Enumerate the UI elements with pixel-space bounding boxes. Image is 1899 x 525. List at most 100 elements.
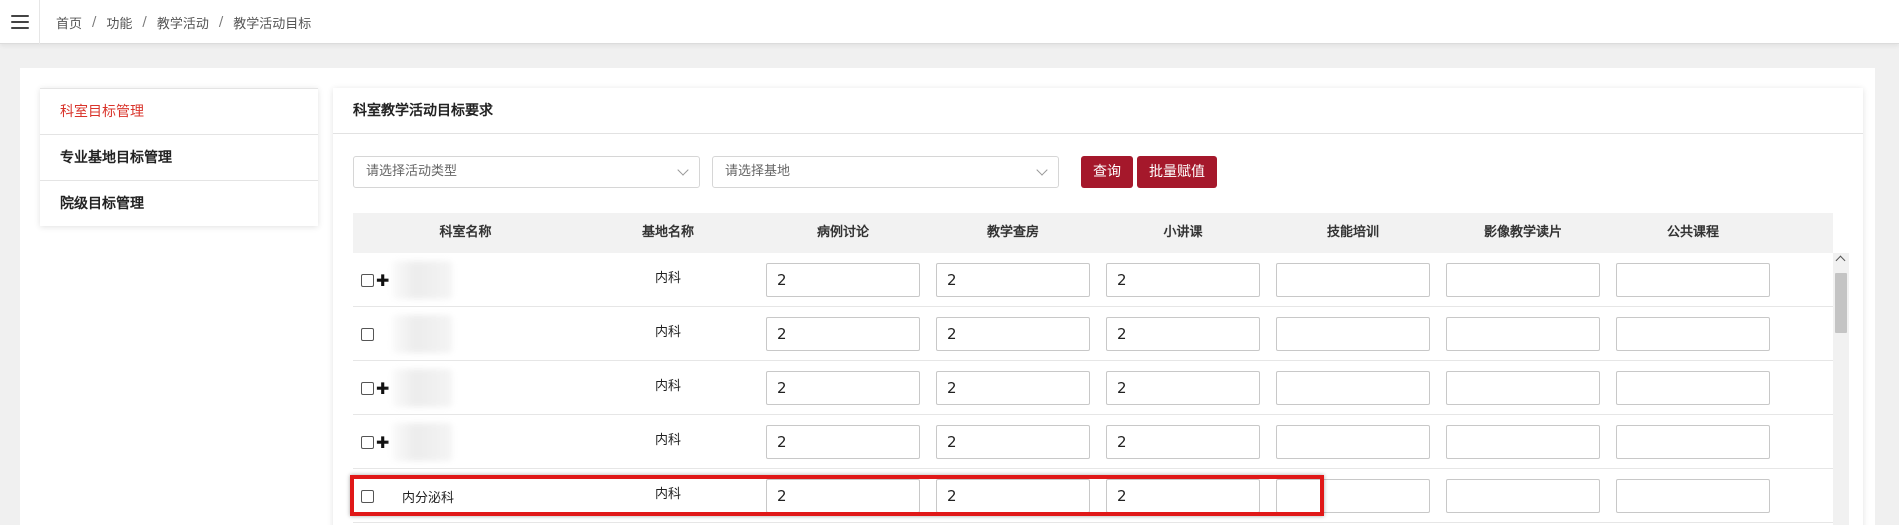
target-input[interactable]: 2 [936, 371, 1090, 405]
target-input[interactable] [1446, 371, 1600, 405]
target-input[interactable] [1616, 317, 1770, 351]
target-cell: 2 [928, 469, 1098, 523]
target-cell: 2 [1098, 361, 1268, 415]
target-input[interactable]: 2 [936, 425, 1090, 459]
row-checkbox[interactable] [361, 489, 374, 503]
expand-plus-icon[interactable]: ✚ [376, 272, 389, 288]
sidebar-item-base-goals[interactable]: 专业基地目标管理 [40, 134, 318, 180]
target-cell: 2 [1098, 253, 1268, 307]
activity-type-select[interactable]: 请选择活动类型 [353, 156, 700, 188]
target-cell [1608, 469, 1778, 523]
breadcrumb-home[interactable]: 首页 [56, 13, 82, 32]
base-name: 内科 [654, 487, 681, 502]
target-cell [1438, 307, 1608, 361]
dept-cell: 内分泌科 [353, 469, 578, 523]
target-cell: 2 [928, 253, 1098, 307]
target-input[interactable] [1276, 317, 1430, 351]
scroll-up-arrow-icon[interactable] [1835, 255, 1846, 266]
table-body: ✚ 内科 2 2 2 内科 2 2 2 ✚ 内科 2 2 2 ✚ 内科 2 2 2 内分泌科 内科 2 2 2 [353, 253, 1833, 523]
redacted-dept-name [392, 261, 452, 299]
sidebar-item-hospital-goals[interactable]: 院级目标管理 [40, 180, 318, 226]
target-input[interactable]: 2 [766, 425, 920, 459]
redacted-dept-name [392, 423, 452, 461]
target-input[interactable]: 2 [766, 479, 920, 513]
target-input[interactable] [1446, 479, 1600, 513]
target-cell [1268, 469, 1438, 523]
breadcrumb-teaching-activity[interactable]: 教学活动 [157, 13, 209, 32]
target-cell: 2 [928, 307, 1098, 361]
table-row: ✚ 内科 2 2 2 [353, 361, 1833, 415]
row-checkbox[interactable] [361, 327, 374, 341]
target-input[interactable] [1276, 371, 1430, 405]
base-placeholder: 请选择基地 [725, 164, 791, 179]
scrollbar-thumb[interactable] [1835, 273, 1847, 333]
target-input[interactable]: 2 [766, 371, 920, 405]
column-header-teaching-rounds: 教学查房 [986, 225, 1039, 240]
breadcrumb-separator: / [92, 14, 97, 30]
query-button[interactable]: 查询 [1081, 156, 1133, 188]
target-cell [1438, 415, 1608, 469]
vertical-scrollbar[interactable] [1833, 253, 1849, 525]
target-input[interactable] [1446, 263, 1600, 297]
base-name: 内科 [654, 433, 681, 448]
target-input[interactable]: 2 [936, 479, 1090, 513]
column-header-case-discussion: 病例讨论 [816, 225, 869, 240]
target-input[interactable]: 2 [1106, 425, 1260, 459]
breadcrumb-current: 教学活动目标 [233, 16, 312, 32]
table-row: ✚ 内科 2 2 2 [353, 415, 1833, 469]
breadcrumb: 首页 / 功能 / 教学活动 / 教学活动目标 [56, 0, 311, 44]
sidebar-item-dept-goals[interactable]: 科室目标管理 [40, 88, 318, 134]
activity-type-placeholder: 请选择活动类型 [366, 164, 458, 179]
target-input[interactable]: 2 [766, 263, 920, 297]
target-cell: 2 [758, 469, 928, 523]
target-input[interactable]: 2 [766, 317, 920, 351]
target-cell: 2 [758, 253, 928, 307]
redacted-dept-name [392, 315, 452, 353]
target-input[interactable] [1276, 479, 1430, 513]
target-input[interactable] [1616, 263, 1770, 297]
target-cell: 2 [1098, 469, 1268, 523]
row-checkbox[interactable] [361, 273, 374, 287]
target-input[interactable]: 2 [1106, 317, 1260, 351]
row-checkbox[interactable] [361, 435, 374, 449]
chevron-down-icon [677, 164, 689, 176]
target-input[interactable] [1616, 425, 1770, 459]
target-cell [1438, 253, 1608, 307]
breadcrumb-function[interactable]: 功能 [106, 13, 132, 32]
target-cell [1438, 469, 1608, 523]
column-header-imaging-reading: 影像教学读片 [1483, 225, 1562, 240]
dept-cell: ✚ [353, 361, 578, 415]
target-input[interactable] [1616, 479, 1770, 513]
content-card: 科室教学活动目标要求 请选择活动类型 请选择基地 查询 批量赋值 科室名称 基地… [333, 88, 1863, 525]
sidebar: 科室目标管理 专业基地目标管理 院级目标管理 [40, 88, 318, 226]
row-checkbox[interactable] [361, 381, 374, 395]
column-header-public-course: 公共课程 [1666, 225, 1719, 240]
target-input[interactable] [1276, 263, 1430, 297]
batch-assign-button[interactable]: 批量赋值 [1137, 156, 1217, 188]
target-input[interactable]: 2 [936, 317, 1090, 351]
target-input[interactable] [1616, 371, 1770, 405]
target-cell: 2 [758, 361, 928, 415]
column-header-lecture: 小讲课 [1163, 225, 1203, 240]
target-input[interactable] [1276, 425, 1430, 459]
expand-plus-icon[interactable]: ✚ [376, 380, 389, 396]
target-cell [1438, 361, 1608, 415]
target-input[interactable] [1446, 425, 1600, 459]
dept-cell: ✚ [353, 415, 578, 469]
target-cell [1268, 307, 1438, 361]
target-input[interactable]: 2 [1106, 371, 1260, 405]
target-input[interactable]: 2 [936, 263, 1090, 297]
target-input[interactable] [1446, 317, 1600, 351]
target-input[interactable]: 2 [1106, 479, 1260, 513]
target-cell [1608, 253, 1778, 307]
target-cell: 2 [928, 415, 1098, 469]
filter-bar: 请选择活动类型 请选择基地 查询 批量赋值 [353, 156, 1217, 188]
column-header-skills-training: 技能培训 [1326, 225, 1379, 240]
expand-plus-icon[interactable]: ✚ [376, 434, 389, 450]
base-name: 内科 [654, 379, 681, 394]
target-input[interactable]: 2 [1106, 263, 1260, 297]
redacted-dept-name [392, 369, 452, 407]
menu-toggle-button[interactable] [0, 0, 40, 44]
base-select[interactable]: 请选择基地 [712, 156, 1059, 188]
dept-name: 内分泌科 [402, 490, 455, 506]
